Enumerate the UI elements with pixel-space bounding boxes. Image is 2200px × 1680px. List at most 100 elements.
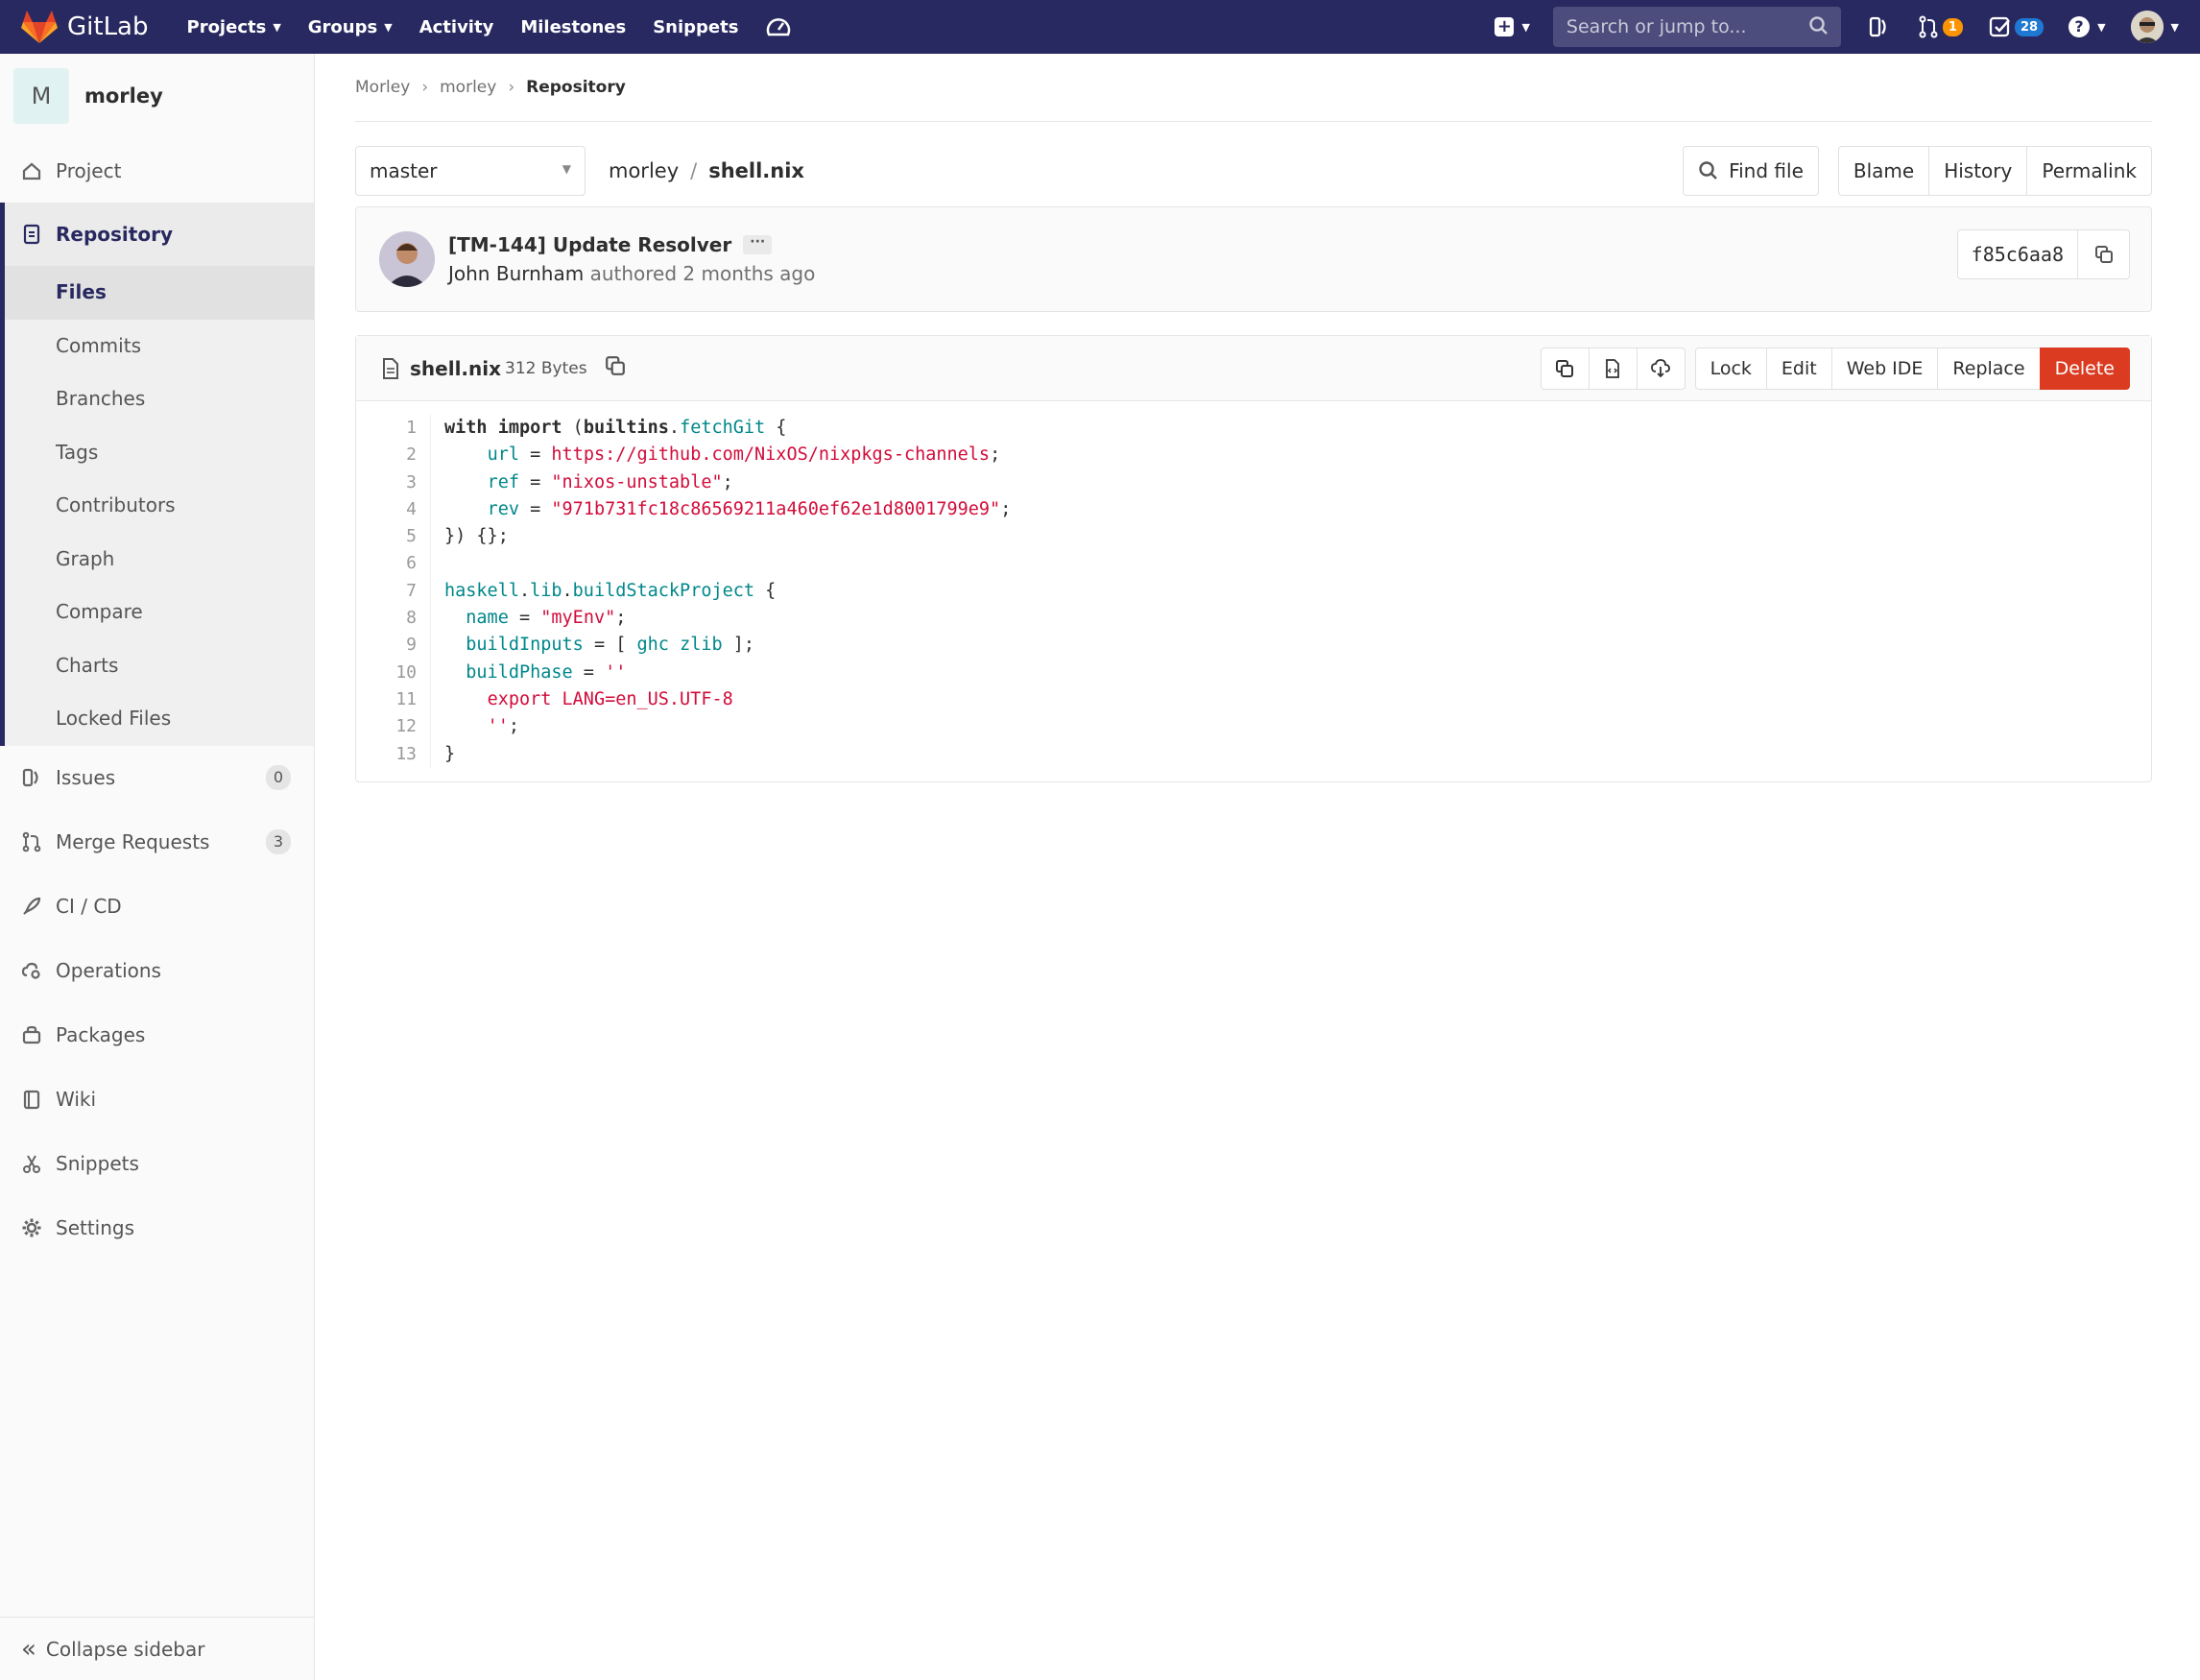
- copy-icon: [2094, 246, 2113, 263]
- user-menu-button[interactable]: ▼: [2130, 11, 2179, 43]
- line-number[interactable]: 7: [356, 578, 417, 605]
- copy-sha-button[interactable]: [2078, 229, 2130, 279]
- chevron-down-icon: ▼: [384, 20, 393, 34]
- home-icon: [22, 162, 41, 180]
- sidebar-subitem-commits[interactable]: Commits: [5, 320, 314, 373]
- sidebar-subitem-branches[interactable]: Branches: [5, 372, 314, 426]
- nav-snippets[interactable]: Snippets: [653, 17, 738, 37]
- gitlab-home-link[interactable]: GitLab: [21, 10, 149, 44]
- path-separator: /: [690, 159, 698, 182]
- commit-title[interactable]: [TM-144] Update Resolver: [448, 233, 731, 256]
- sidebar-subitem-charts[interactable]: Charts: [5, 639, 314, 693]
- user-avatar: [2130, 11, 2164, 43]
- sidebar-item-snippets[interactable]: Snippets: [0, 1132, 314, 1196]
- search-input[interactable]: Search or jump to...: [1552, 7, 1841, 47]
- commit-author[interactable]: John Burnham: [448, 262, 584, 285]
- line-number[interactable]: 5: [356, 523, 417, 550]
- copy-icon[interactable]: [605, 355, 626, 376]
- chevron-down-icon: ▼: [1521, 20, 1530, 34]
- merge-requests-nav-button[interactable]: 1: [1916, 14, 1963, 39]
- collapse-sidebar-button[interactable]: « Collapse sidebar: [0, 1617, 314, 1680]
- merge-requests-count-badge: 3: [266, 829, 291, 854]
- find-file-button[interactable]: Find file: [1683, 146, 1819, 196]
- history-button[interactable]: History: [1928, 146, 2028, 196]
- sidebar-item-issues[interactable]: Issues 0: [0, 746, 314, 810]
- book-icon: [23, 1090, 40, 1110]
- nav-milestones[interactable]: Milestones: [520, 17, 626, 37]
- line-number[interactable]: 13: [356, 741, 417, 768]
- lock-button[interactable]: Lock: [1694, 348, 1767, 390]
- line-number[interactable]: 3: [356, 469, 417, 496]
- code-line: buildPhase = '': [466, 661, 627, 683]
- line-number[interactable]: 8: [356, 605, 417, 632]
- delete-button[interactable]: Delete: [2039, 348, 2130, 390]
- brand-name: GitLab: [67, 12, 149, 41]
- line-number[interactable]: 10: [356, 660, 417, 686]
- breadcrumb-current[interactable]: Repository: [526, 78, 626, 97]
- breadcrumb-project[interactable]: morley: [440, 78, 496, 97]
- line-number[interactable]: 2: [356, 442, 417, 468]
- commit-author-avatar[interactable]: [379, 231, 435, 287]
- replace-button[interactable]: Replace: [1937, 348, 2041, 390]
- download-button[interactable]: [1636, 348, 1686, 390]
- sidebar-item-operations[interactable]: Operations: [0, 939, 314, 1003]
- nav-projects[interactable]: Projects ▼: [187, 17, 281, 37]
- file-holder: shell.nix 312 Bytes Lock Edit Web IDE Re…: [355, 335, 2152, 782]
- sidebar-item-ci-cd[interactable]: CI / CD: [0, 875, 314, 939]
- sidebar-item-repository[interactable]: Repository: [5, 203, 314, 266]
- sidebar-item-label: Repository: [56, 223, 173, 246]
- tree-controls: master ▼ morley / shell.nix Find file Bl…: [355, 135, 2152, 206]
- scissors-icon: [23, 1155, 40, 1173]
- line-number[interactable]: 1: [356, 415, 417, 442]
- double-chevron-left-icon: «: [21, 1634, 36, 1664]
- ellipsis-icon[interactable]: ···: [743, 235, 773, 254]
- line-number[interactable]: 9: [356, 632, 417, 659]
- commit-meta: John Burnham authored 2 months ago: [448, 262, 815, 285]
- line-number[interactable]: 12: [356, 713, 417, 740]
- sidebar-item-wiki[interactable]: Wiki: [0, 1068, 314, 1132]
- branch-name: master: [370, 159, 438, 182]
- sidebar-subitem-contributors[interactable]: Contributors: [5, 479, 314, 533]
- sidebar-item-project[interactable]: Project: [0, 138, 314, 203]
- rocket-icon: [23, 897, 41, 915]
- line-number[interactable]: 11: [356, 686, 417, 713]
- admin-dashboard-icon[interactable]: [765, 13, 792, 40]
- web-ide-button[interactable]: Web IDE: [1830, 348, 1939, 390]
- sidebar-subitem-tags[interactable]: Tags: [5, 426, 314, 480]
- todos-nav-button[interactable]: 28: [1988, 14, 2045, 39]
- permalink-button[interactable]: Permalink: [2026, 146, 2152, 196]
- sidebar-item-settings[interactable]: Settings: [0, 1196, 314, 1260]
- line-number[interactable]: 6: [356, 550, 417, 577]
- line-number[interactable]: 4: [356, 496, 417, 523]
- breadcrumb-group[interactable]: Morley: [355, 78, 410, 97]
- blame-button[interactable]: Blame: [1837, 146, 1930, 196]
- branch-selector[interactable]: master ▼: [355, 146, 586, 196]
- sidebar-subitem-files[interactable]: Files: [5, 266, 314, 320]
- chevron-down-icon: ▼: [562, 162, 571, 176]
- repository-icon: [23, 224, 40, 245]
- sidebar-subitem-compare[interactable]: Compare: [5, 586, 314, 639]
- nav-activity[interactable]: Activity: [419, 17, 494, 37]
- code-line: rev = "971b731fc18c86569211a460ef62e1d80…: [487, 498, 1012, 519]
- sidebar-subitem-graph[interactable]: Graph: [5, 533, 314, 587]
- issues-nav-button[interactable]: [1866, 14, 1891, 39]
- sidebar-item-label: Packages: [56, 1023, 146, 1046]
- merge-requests-count: 1: [1942, 17, 1963, 36]
- file-actions: Lock Edit Web IDE Replace Delete: [1540, 348, 2130, 390]
- sidebar-subitem-locked-files[interactable]: Locked Files: [5, 692, 314, 746]
- sidebar-item-merge-requests[interactable]: Merge Requests 3: [0, 810, 314, 875]
- help-menu-button[interactable]: ? ▼: [2068, 16, 2106, 37]
- copy-contents-button[interactable]: [1540, 348, 1590, 390]
- open-raw-button[interactable]: [1588, 348, 1638, 390]
- nav-groups[interactable]: Groups ▼: [308, 17, 393, 37]
- new-menu-button[interactable]: + ▼: [1495, 17, 1530, 36]
- sidebar-project-header[interactable]: M morley: [0, 54, 314, 138]
- sidebar-item-packages[interactable]: Packages: [0, 1003, 314, 1068]
- sidebar-item-label: Issues: [56, 766, 116, 789]
- edit-button[interactable]: Edit: [1765, 348, 1832, 390]
- code-line: export LANG=en_US.UTF-8: [487, 688, 733, 709]
- commit-sha[interactable]: f85c6aa8: [1956, 229, 2078, 279]
- file-icon: [383, 357, 398, 379]
- path-root-link[interactable]: morley: [609, 159, 679, 182]
